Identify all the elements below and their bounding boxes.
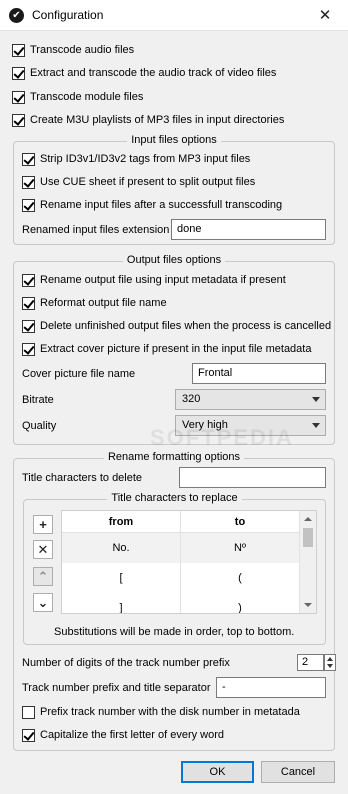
checkbox[interactable] <box>22 273 35 287</box>
option-label: Prefix track number with the disk number… <box>40 706 300 718</box>
option-capitalize[interactable]: Capitalize the first letter of every wor… <box>22 727 224 743</box>
app-check-icon: ✔ <box>9 8 24 23</box>
checkbox[interactable] <box>22 319 35 333</box>
renamed-extension-label: Renamed input files extension <box>22 224 170 236</box>
remove-row-button[interactable]: ✕ <box>33 540 53 559</box>
cancel-button[interactable]: Cancel <box>261 761 335 783</box>
option-extract-video-audio[interactable]: Extract and transcode the audio track of… <box>12 65 276 81</box>
scroll-thumb[interactable] <box>303 528 313 547</box>
option-transcode-module[interactable]: Transcode module files <box>12 89 143 105</box>
table-cell[interactable]: Nº <box>181 533 300 563</box>
cover-name-input[interactable]: Frontal <box>192 363 326 384</box>
substitutions-note: Substitutions will be made in order, top… <box>54 626 295 638</box>
close-button[interactable]: ✕ <box>302 0 348 31</box>
table-row[interactable]: ] ) <box>62 593 300 613</box>
option-label: Strip ID3v1/ID3v2 tags from MP3 input fi… <box>40 153 251 165</box>
group-title: Title characters to replace <box>24 492 325 504</box>
move-up-button[interactable]: ⌃ <box>33 567 53 586</box>
table-cell[interactable]: ( <box>181 563 300 593</box>
option-rename-output[interactable]: Rename output file using input metadata … <box>22 272 286 288</box>
checkbox[interactable] <box>12 66 25 80</box>
checkbox[interactable] <box>22 728 35 742</box>
checkbox[interactable] <box>22 152 35 166</box>
renamed-extension-input[interactable]: done <box>171 219 326 240</box>
delete-chars-label: Title characters to delete <box>22 472 143 484</box>
option-use-cue[interactable]: Use CUE sheet if present to split output… <box>22 174 255 190</box>
option-label: Transcode module files <box>30 91 144 103</box>
quality-label: Quality <box>22 420 57 432</box>
separator-label: Track number prefix and title separator <box>22 682 211 694</box>
column-header-to[interactable]: to <box>181 511 300 532</box>
bitrate-value: 320 <box>182 393 201 405</box>
chevron-down-icon <box>312 397 320 402</box>
checkbox[interactable] <box>12 43 25 57</box>
column-header-from[interactable]: from <box>62 511 181 532</box>
bitrate-label: Bitrate <box>22 394 54 406</box>
window-title: Configuration <box>32 8 104 22</box>
option-reformat-name[interactable]: Reformat output file name <box>22 295 167 311</box>
option-label: Transcode audio files <box>30 44 135 56</box>
spin-down-icon[interactable] <box>327 664 333 668</box>
table-row[interactable]: No. Nº <box>62 533 300 563</box>
option-label: Use CUE sheet if present to split output… <box>40 176 256 188</box>
table-cell[interactable]: ) <box>181 593 300 613</box>
option-delete-unfinished[interactable]: Delete unfinished output files when the … <box>22 318 331 334</box>
group-title: Input files options <box>14 134 334 146</box>
option-extract-cover[interactable]: Extract cover picture if present in the … <box>22 341 311 357</box>
checkbox[interactable] <box>22 296 35 310</box>
option-label: Rename output file using input metadata … <box>40 274 286 286</box>
checkbox[interactable] <box>12 90 25 104</box>
chevron-down-icon <box>312 423 320 428</box>
option-transcode-audio[interactable]: Transcode audio files <box>12 42 134 58</box>
spin-up-icon[interactable] <box>327 657 333 661</box>
option-create-m3u[interactable]: Create M3U playlists of MP3 files in inp… <box>12 112 284 128</box>
delete-chars-input[interactable] <box>179 467 326 488</box>
checkbox[interactable] <box>22 342 35 356</box>
option-label: Create M3U playlists of MP3 files in inp… <box>30 114 285 126</box>
option-label: Rename input files after a successfull t… <box>40 199 283 211</box>
watermark: SOFTPEDIA <box>150 425 294 450</box>
add-row-button[interactable]: + <box>33 515 53 534</box>
table-header: from to <box>62 511 300 533</box>
option-label: Capitalize the first letter of every wor… <box>40 729 225 741</box>
bitrate-select[interactable]: 320 <box>175 389 326 410</box>
checkbox[interactable] <box>22 705 35 719</box>
table-scrollbar[interactable] <box>299 511 316 613</box>
digits-spinner[interactable] <box>324 654 336 671</box>
scroll-up-icon[interactable] <box>304 517 312 521</box>
option-label: Extract and transcode the audio track of… <box>30 67 277 79</box>
cover-name-label: Cover picture file name <box>22 368 136 380</box>
option-label: Extract cover picture if present in the … <box>40 343 312 355</box>
digits-label: Number of digits of the track number pre… <box>22 657 230 669</box>
option-prefix-disk[interactable]: Prefix track number with the disk number… <box>22 704 300 720</box>
move-down-button[interactable]: ⌄ <box>33 593 53 612</box>
option-strip-id3[interactable]: Strip ID3v1/ID3v2 tags from MP3 input fi… <box>22 151 250 167</box>
group-title: Output files options <box>14 254 334 266</box>
checkbox[interactable] <box>12 113 25 127</box>
option-rename-input[interactable]: Rename input files after a successfull t… <box>22 197 282 213</box>
replace-table: from to No. Nº [ ( ] ) <box>61 510 317 614</box>
ok-button[interactable]: OK <box>181 761 254 783</box>
checkbox[interactable] <box>22 175 35 189</box>
separator-input[interactable]: - <box>216 677 326 698</box>
table-cell[interactable]: No. <box>62 533 181 563</box>
checkbox[interactable] <box>22 198 35 212</box>
digits-input[interactable]: 2 <box>297 654 324 671</box>
table-cell[interactable]: ] <box>62 593 181 613</box>
title-bar: ✔ Configuration ✕ <box>0 0 348 31</box>
group-title: Rename formatting options <box>14 451 334 463</box>
option-label: Reformat output file name <box>40 297 167 309</box>
table-row[interactable]: [ ( <box>62 563 300 593</box>
option-label: Delete unfinished output files when the … <box>40 320 332 332</box>
table-cell[interactable]: [ <box>62 563 181 593</box>
scroll-down-icon[interactable] <box>304 603 312 607</box>
